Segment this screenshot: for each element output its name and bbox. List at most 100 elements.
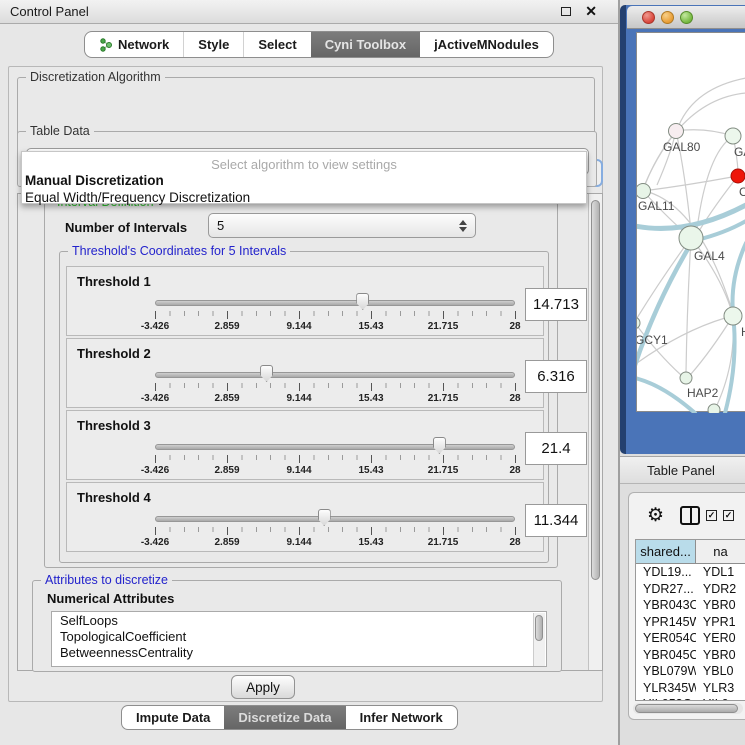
dropdown-option-equal-width[interactable]: Equal Width/Frequency Discretization [22,189,586,206]
table-cell[interactable]: YBR045C [636,647,696,664]
column-layout-icon[interactable] [680,506,700,525]
tab-impute-data[interactable]: Impute Data [122,706,224,729]
tick-label: -3.426 [141,321,169,332]
attribute-item[interactable]: TopologicalCoefficient [52,628,546,644]
network-node[interactable] [679,226,703,250]
table-cell[interactable]: YIL0 [696,696,745,701]
table-rows: YDL19...YDL1YDR27...YDR2YBR043CYBR0YPR14… [636,564,745,701]
node-table[interactable]: shared... na YDL19...YDL1YDR27...YDR2YBR… [635,539,745,701]
close-icon[interactable]: ✕ [585,3,597,20]
threshold-value-field[interactable]: 11.344 [525,504,587,537]
float-window-icon[interactable] [561,7,571,16]
group-title: Attributes to discretize [41,573,172,587]
table-row[interactable]: YDL19...YDL1 [636,564,745,581]
slider-handle[interactable] [356,293,369,310]
network-node[interactable] [724,307,742,325]
scrollbar-thumb[interactable] [635,704,738,713]
num-intervals-label: Number of Intervals [65,220,187,235]
network-window-titlebar[interactable] [627,6,745,29]
scrollbar-thumb[interactable] [591,200,600,580]
attributes-list[interactable]: SelfLoopsTopologicalCoefficientBetweenne… [51,611,547,667]
interval-definition-group: Interval Definition Number of Intervals … [44,202,558,568]
table-row[interactable]: YIL052CYIL0 [636,696,745,701]
slider-handle[interactable] [260,365,273,382]
network-node[interactable] [680,372,692,384]
gear-icon[interactable]: ⚙ [647,504,664,527]
num-intervals-combobox[interactable]: 5 [208,213,476,238]
table-cell[interactable]: YLR345W [636,680,696,697]
threshold-slider[interactable] [155,516,515,522]
attribute-item[interactable]: SelfLoops [52,612,546,628]
node-label: HAP2 [687,386,719,400]
table-row[interactable]: YBR043CYBR0 [636,597,745,614]
table-cell[interactable]: YER0 [696,630,745,647]
attribute-item[interactable]: BetweennessCentrality [52,644,546,660]
tick-label: 15.43 [358,465,383,476]
slider-major-ticks [155,455,516,463]
table-cell[interactable]: YDR2 [696,581,745,598]
table-cell[interactable]: YBR043C [636,597,696,614]
table-cell[interactable]: YBL0 [696,663,745,680]
tab-style[interactable]: Style [183,32,243,57]
tab-infer-network[interactable]: Infer Network [346,706,457,729]
network-node[interactable] [725,128,741,144]
table-cell[interactable]: YBL079W [636,663,696,680]
table-cell[interactable]: YPR1 [696,614,745,631]
threshold-value-field[interactable]: 6.316 [525,360,587,393]
network-node[interactable] [731,169,745,183]
settings-vertical-scrollbar[interactable] [588,194,602,670]
table-row[interactable]: YBR045CYBR0 [636,647,745,664]
network-node[interactable] [669,124,684,139]
checkbox-icon[interactable]: ✓ [706,510,717,521]
network-node[interactable] [708,404,720,413]
table-row[interactable]: YLR345WYLR3 [636,680,745,697]
tab-cyni-toolbox[interactable]: Cyni Toolbox [311,32,420,57]
apply-button[interactable]: Apply [231,675,295,699]
table-horizontal-scrollbar[interactable] [633,703,743,714]
table-cell[interactable]: YBR0 [696,597,745,614]
table-panel-title: Table Panel [620,463,715,478]
tab-jactivemnodules[interactable]: jActiveMNodules [420,32,553,57]
table-row[interactable]: YBL079WYBL0 [636,663,745,680]
table-cell[interactable]: YDL1 [696,564,745,581]
column-header-shared[interactable]: shared... [636,540,696,563]
tick-label: 2.859 [214,465,239,476]
minimize-traffic-light-icon[interactable] [661,11,674,24]
tab-select[interactable]: Select [243,32,310,57]
network-node[interactable] [637,317,640,329]
scrollbar-thumb[interactable] [535,615,543,641]
threshold-slider[interactable] [155,372,515,378]
close-traffic-light-icon[interactable] [642,11,655,24]
checkbox-icon[interactable]: ✓ [723,510,734,521]
tab-label: Select [258,37,296,52]
column-header-name[interactable]: na [696,540,745,563]
tab-discretize-data[interactable]: Discretize Data [224,706,345,729]
table-row[interactable]: YDR27...YDR2 [636,581,745,598]
slider-handle[interactable] [318,509,331,526]
dropdown-option-manual[interactable]: Manual Discretization [22,172,586,189]
zoom-traffic-light-icon[interactable] [680,11,693,24]
network-canvas[interactable]: GAL80GACGAL11GAL4GCY1HHAP2 [636,32,745,412]
slider-handle[interactable] [433,437,446,454]
table-cell[interactable]: YLR3 [696,680,745,697]
table-row[interactable]: YER054CYER0 [636,630,745,647]
table-cell[interactable]: YER054C [636,630,696,647]
threshold-slider[interactable] [155,300,515,306]
threshold-value-field[interactable]: 14.713 [525,288,587,321]
node-label: C [739,185,745,199]
threshold-value-field[interactable]: 21.4 [525,432,587,465]
table-cell[interactable]: YBR0 [696,647,745,664]
table-cell[interactable]: YDL19... [636,564,696,581]
table-cell[interactable]: YDR27... [636,581,696,598]
attributes-scrollbar[interactable] [533,613,545,667]
table-cell[interactable]: YIL052C [636,696,696,701]
tab-network[interactable]: Network [85,32,183,57]
tick-label: 15.43 [358,393,383,404]
tick-label: 21.715 [428,321,459,332]
network-node[interactable] [637,184,651,199]
threshold-slider[interactable] [155,444,515,450]
panel-title: Control Panel [0,4,89,19]
table-cell[interactable]: YPR145W [636,614,696,631]
threshold-row: Threshold 4 -3.4262.8599.14415.4321.7152… [66,482,544,552]
table-row[interactable]: YPR145WYPR1 [636,614,745,631]
